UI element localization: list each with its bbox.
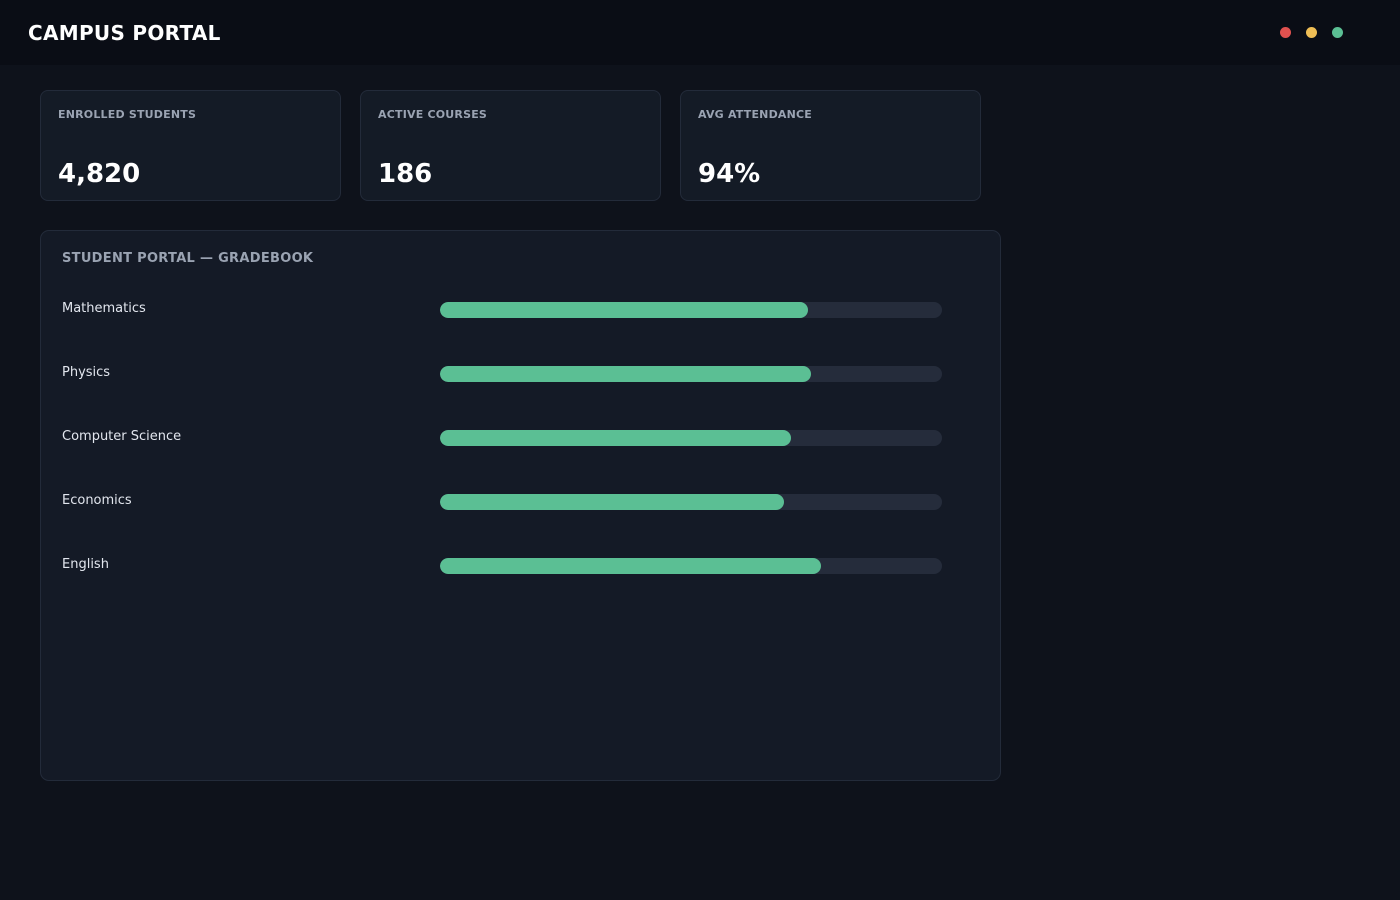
stat-value: 94%: [698, 159, 761, 189]
stat-label: AVG ATTENDANCE: [698, 108, 813, 121]
course-name: Physics: [62, 365, 111, 380]
course-name: English: [62, 557, 109, 572]
course-name: Computer Science: [62, 429, 182, 444]
stat-value: 186: [378, 159, 433, 189]
progress-fill: [440, 494, 784, 510]
progress-fill: [440, 302, 808, 318]
progress-track: [440, 366, 942, 382]
grade-row-physics: Physics: [41, 359, 1000, 389]
grade-row-computer-science: Computer Science: [41, 423, 1000, 453]
progress-track: [440, 430, 942, 446]
grade-row-english: English: [41, 551, 1000, 581]
close-dot-icon[interactable]: [1280, 27, 1291, 38]
progress-fill: [440, 366, 811, 382]
stat-card-enrolled-students: ENROLLED STUDENTS 4,820: [40, 90, 341, 201]
progress-fill: [440, 558, 822, 574]
progress-fill: [440, 430, 791, 446]
progress-track: [440, 494, 942, 510]
stat-card-active-courses: ACTIVE COURSES 186: [360, 90, 661, 201]
stat-value: 4,820: [58, 159, 141, 189]
minimize-dot-icon[interactable]: [1306, 27, 1317, 38]
progress-track: [440, 302, 942, 318]
stat-card-avg-attendance: AVG ATTENDANCE 94%: [680, 90, 981, 201]
course-name: Economics: [62, 493, 132, 508]
app-title: CAMPUS PORTAL: [28, 21, 221, 45]
maximize-dot-icon[interactable]: [1332, 27, 1343, 38]
stat-label: ACTIVE COURSES: [378, 108, 488, 121]
grade-row-economics: Economics: [41, 487, 1000, 517]
panel-title: STUDENT PORTAL — GRADEBOOK: [62, 251, 314, 266]
progress-track: [440, 558, 942, 574]
course-name: Mathematics: [62, 301, 146, 316]
top-bar: CAMPUS PORTAL: [0, 0, 1400, 65]
grade-row-mathematics: Mathematics: [41, 295, 1000, 325]
stat-label: ENROLLED STUDENTS: [58, 108, 197, 121]
gradebook-panel: STUDENT PORTAL — GRADEBOOK Mathematics P…: [40, 230, 1001, 781]
